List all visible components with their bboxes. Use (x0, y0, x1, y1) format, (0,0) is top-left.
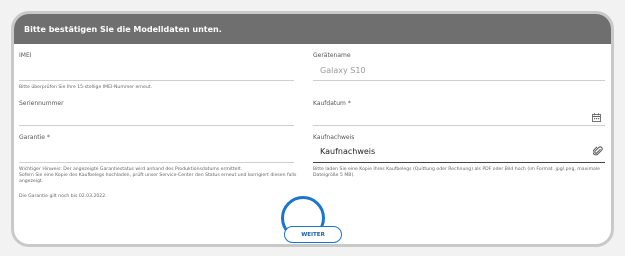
proof-hint-line1: Bitte laden Sie eine Kopie Ihres Kaufbel… (313, 167, 600, 172)
device-label: Gerätename (313, 52, 351, 59)
proof-label: Kaufnachweis (313, 134, 355, 141)
warranty-label: Garantie * (19, 134, 50, 141)
purchase-date-field[interactable] (313, 107, 605, 123)
imei-field[interactable] (19, 58, 294, 76)
serial-field[interactable] (19, 107, 294, 123)
next-button-label: WEITER (301, 231, 325, 238)
imei-underline (19, 80, 294, 81)
proof-hint-line2: Dateigröße 5 MB). (313, 173, 355, 178)
proof-upload-field[interactable]: Kaufnachweis (320, 147, 375, 156)
warranty-note-line2: Sofern Sie eine Kopie des Kaufbelegs hoc… (19, 173, 297, 178)
device-name-field[interactable]: Galaxy S10 (320, 66, 366, 75)
serial-underline (19, 125, 294, 126)
next-button[interactable]: WEITER (284, 226, 342, 243)
form-title: Bitte bestätigen Sie die Modelldaten unt… (24, 24, 222, 34)
serial-label: Seriennummer (19, 100, 64, 107)
paperclip-icon[interactable] (593, 146, 603, 156)
device-underline (313, 80, 605, 81)
calendar-icon[interactable] (592, 113, 601, 122)
warranty-note-line3: angezeigt. (19, 179, 44, 184)
form-header: Bitte bestätigen Sie die Modelldaten unt… (14, 14, 611, 44)
purchase-date-label: Kaufdatum * (313, 100, 351, 107)
warranty-underline (19, 162, 294, 163)
imei-hint: Bitte überprüfen Sie Ihre 15-stellige IM… (19, 85, 153, 90)
warranty-field[interactable] (19, 141, 294, 159)
purchase-date-underline (313, 125, 605, 126)
warranty-valid-text: Die Garantie gilt noch bis 02.03.2022. (19, 194, 107, 199)
proof-underline (313, 162, 605, 163)
